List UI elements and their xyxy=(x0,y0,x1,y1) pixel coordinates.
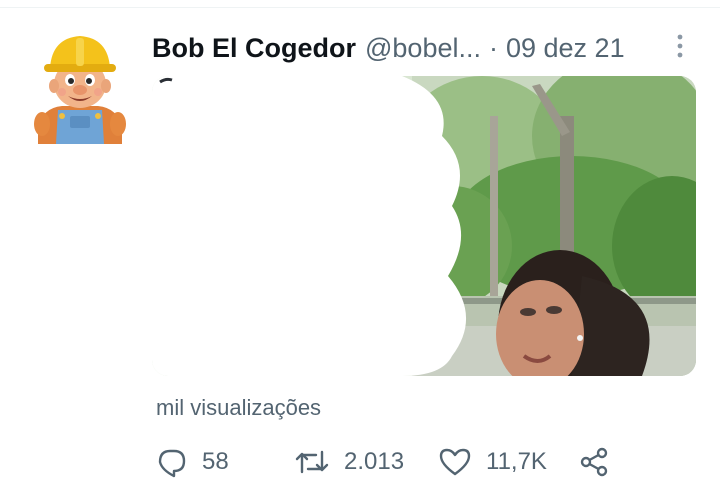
more-vertical-icon xyxy=(677,34,683,58)
tweet-date[interactable]: 09 dez 21 xyxy=(506,28,625,68)
views-count: mil visualizações xyxy=(156,395,322,420)
reply-button[interactable]: 58 xyxy=(156,442,229,482)
author-avatar[interactable] xyxy=(32,32,128,144)
retweet-icon xyxy=(295,450,329,474)
like-count: 11,7K xyxy=(486,448,547,475)
retweet-button[interactable]: 2.013 xyxy=(294,442,404,482)
reply-count: 58 xyxy=(202,448,229,475)
video-thumbnail xyxy=(152,76,696,376)
heart-icon xyxy=(439,448,471,476)
author-handle[interactable]: @bobel... xyxy=(365,28,481,68)
share-icon xyxy=(580,447,608,477)
share-button[interactable] xyxy=(578,442,610,482)
like-button[interactable]: 11,7K xyxy=(438,442,547,482)
top-divider xyxy=(0,7,720,8)
tweet-card: Bob El Cogedor @bobel... · 09 dez 21 mil… xyxy=(0,0,720,486)
header-separator: · xyxy=(488,33,498,63)
bob-the-builder-avatar xyxy=(34,36,126,144)
more-options-button[interactable] xyxy=(668,30,692,62)
reply-icon xyxy=(158,449,186,478)
tweet-action-bar: 58 2.013 11,7K xyxy=(156,442,636,482)
tweet-media-video[interactable] xyxy=(152,76,696,376)
retweet-count: 2.013 xyxy=(344,448,405,475)
tweet-header: Bob El Cogedor @bobel... · 09 dez 21 xyxy=(152,28,625,68)
author-display-name[interactable]: Bob El Cogedor xyxy=(152,28,356,68)
